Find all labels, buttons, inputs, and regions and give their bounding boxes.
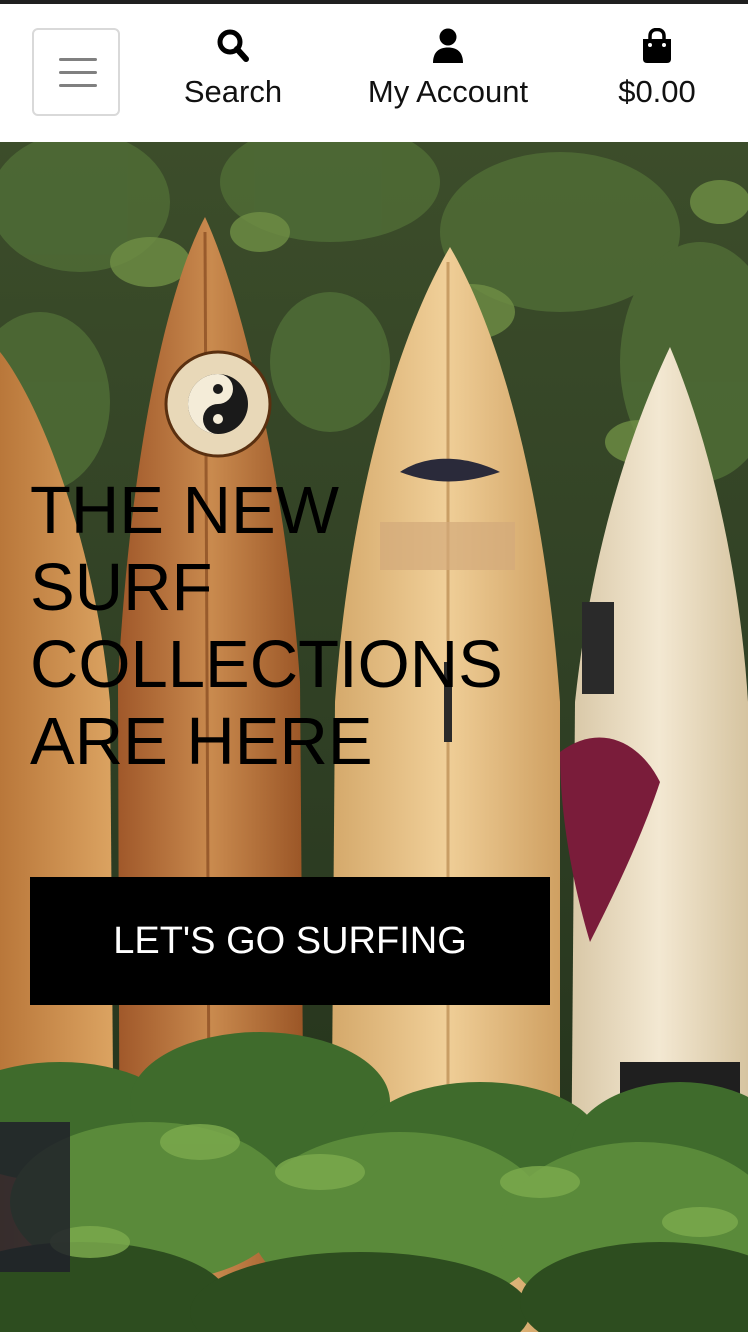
site-header: Search My Account $0.00 <box>0 4 748 142</box>
nav-cart-total: $0.00 <box>618 74 696 109</box>
nav-cart[interactable]: $0.00 <box>602 28 712 124</box>
hero-banner: THE NEW SURF COLLECTIONS ARE HERE LET'S … <box>0 142 748 1332</box>
hero-heading: THE NEW SURF COLLECTIONS ARE HERE <box>30 472 510 780</box>
hero-heading-line: COLLECTIONS <box>30 627 503 702</box>
hero-heading-line: SURF <box>30 550 213 625</box>
lets-go-surfing-button[interactable]: LET'S GO SURFING <box>30 877 550 1005</box>
search-icon <box>217 29 249 62</box>
nav-my-account-label: My Account <box>367 74 529 109</box>
nav-search[interactable]: Search <box>168 28 298 124</box>
hero-heading-line: THE NEW <box>30 473 339 548</box>
user-icon <box>433 28 463 63</box>
hero-heading-line: ARE HERE <box>30 704 373 779</box>
nav-my-account[interactable]: My Account <box>358 28 538 124</box>
menu-button[interactable] <box>32 28 120 116</box>
shopping-bag-icon <box>643 28 671 63</box>
nav-search-label: Search <box>183 74 283 109</box>
